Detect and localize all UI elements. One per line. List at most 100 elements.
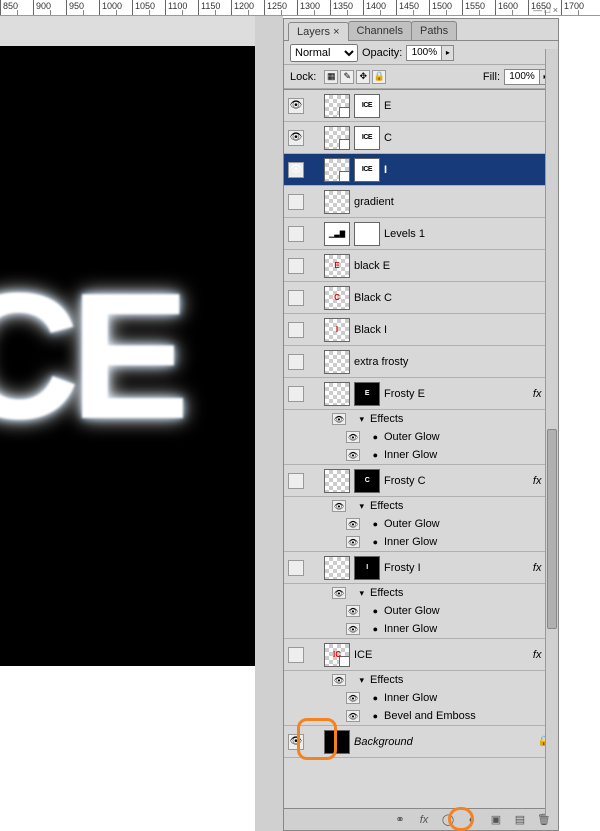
effects-heading[interactable]: 👁 ▾ Effects bbox=[284, 671, 558, 689]
visibility-toggle-icon[interactable]: 👁 bbox=[346, 536, 360, 548]
layer-thumbnail[interactable]: IC bbox=[324, 643, 350, 667]
visibility-toggle-icon[interactable]: 👁 bbox=[346, 623, 360, 635]
layer-row[interactable]: extra frosty bbox=[284, 346, 558, 378]
layer-thumbnail[interactable]: E bbox=[324, 254, 350, 278]
layer-mask-thumbnail[interactable]: ICE bbox=[354, 158, 380, 182]
opacity-field[interactable]: ▸ bbox=[406, 45, 454, 61]
visibility-toggle-icon[interactable] bbox=[288, 386, 304, 402]
layer-row[interactable]: ICICEfx▴ bbox=[284, 639, 558, 671]
effect-item[interactable]: 👁 ● Outer Glow bbox=[284, 602, 558, 620]
blend-mode-select[interactable]: Normal bbox=[290, 44, 358, 62]
layer-mask-thumbnail[interactable]: I bbox=[354, 556, 380, 580]
effect-item[interactable]: 👁 ● Outer Glow bbox=[284, 428, 558, 446]
tab-paths[interactable]: Paths bbox=[411, 21, 457, 40]
layer-mask-thumbnail[interactable]: ICE bbox=[354, 126, 380, 150]
layer-row[interactable]: 👁ICEE bbox=[284, 90, 558, 122]
panel-window-controls[interactable]: — □ × bbox=[518, 5, 558, 17]
effects-heading[interactable]: 👁 ▾ Effects bbox=[284, 584, 558, 602]
layer-thumbnail[interactable] bbox=[324, 94, 350, 118]
visibility-toggle-icon[interactable] bbox=[288, 258, 304, 274]
layer-row[interactable]: ▁▃▇Levels 1 bbox=[284, 218, 558, 250]
layer-thumbnail[interactable] bbox=[324, 382, 350, 406]
document-canvas[interactable]: CE bbox=[0, 16, 283, 831]
chevron-down-icon[interactable]: ▾ bbox=[352, 675, 364, 686]
visibility-toggle-icon[interactable] bbox=[288, 473, 304, 489]
chevron-down-icon[interactable]: ▾ bbox=[352, 501, 364, 512]
effect-item[interactable]: 👁 ● Inner Glow bbox=[284, 689, 558, 707]
layer-row[interactable]: EFrosty Efx▴ bbox=[284, 378, 558, 410]
layer-row[interactable]: gradient bbox=[284, 186, 558, 218]
layer-row[interactable]: 👁ICEI bbox=[284, 154, 558, 186]
lock-move-icon[interactable]: ✥ bbox=[356, 70, 370, 84]
layers-list[interactable]: 👁ICEE👁ICEC👁ICEIgradient▁▃▇Levels 1Eblack… bbox=[284, 89, 558, 808]
visibility-toggle-icon[interactable]: 👁 bbox=[332, 500, 346, 512]
layer-mask-thumbnail[interactable]: C bbox=[354, 469, 380, 493]
effect-item[interactable]: 👁 ● Outer Glow bbox=[284, 515, 558, 533]
tab-layers[interactable]: Layers × bbox=[288, 22, 349, 41]
layer-row[interactable]: CFrosty Cfx▴ bbox=[284, 465, 558, 497]
layer-thumbnail[interactable] bbox=[324, 190, 350, 214]
fx-indicator[interactable]: fx bbox=[533, 475, 542, 487]
layer-row[interactable]: 👁Background🔒 bbox=[284, 726, 558, 758]
fx-indicator[interactable]: fx bbox=[533, 388, 542, 400]
effects-heading[interactable]: 👁 ▾ Effects bbox=[284, 497, 558, 515]
visibility-toggle-icon[interactable]: 👁 bbox=[288, 130, 304, 146]
effect-item[interactable]: 👁 ● Inner Glow bbox=[284, 446, 558, 464]
visibility-toggle-icon[interactable] bbox=[288, 322, 304, 338]
layer-thumbnail[interactable] bbox=[324, 730, 350, 754]
layer-thumbnail[interactable] bbox=[324, 158, 350, 182]
add-mask-icon[interactable]: ◯ bbox=[440, 812, 456, 828]
chevron-down-icon[interactable]: ▾ bbox=[352, 414, 364, 425]
fill-input[interactable] bbox=[505, 71, 539, 82]
layer-row[interactable]: 👁ICEC bbox=[284, 122, 558, 154]
effect-item[interactable]: 👁 ● Bevel and Emboss bbox=[284, 707, 558, 725]
fx-indicator[interactable]: fx bbox=[533, 562, 542, 574]
visibility-toggle-icon[interactable]: 👁 bbox=[346, 605, 360, 617]
visibility-toggle-icon[interactable]: 👁 bbox=[332, 587, 346, 599]
opacity-flyout-icon[interactable]: ▸ bbox=[441, 46, 453, 60]
visibility-toggle-icon[interactable]: 👁 bbox=[332, 413, 346, 425]
chevron-down-icon[interactable]: ▾ bbox=[352, 588, 364, 599]
visibility-toggle-icon[interactable] bbox=[288, 290, 304, 306]
visibility-toggle-icon[interactable]: 👁 bbox=[346, 518, 360, 530]
layer-row[interactable]: IBlack I bbox=[284, 314, 558, 346]
visibility-toggle-icon[interactable] bbox=[288, 226, 304, 242]
visibility-toggle-icon[interactable]: 👁 bbox=[346, 692, 360, 704]
layer-fx-icon[interactable]: fx bbox=[416, 812, 432, 828]
visibility-toggle-icon[interactable]: 👁 bbox=[332, 674, 346, 686]
effect-item[interactable]: 👁 ● Inner Glow bbox=[284, 620, 558, 638]
lock-brush-icon[interactable]: ✎ bbox=[340, 70, 354, 84]
layer-thumbnail[interactable]: I bbox=[324, 318, 350, 342]
effects-heading[interactable]: 👁 ▾ Effects bbox=[284, 410, 558, 428]
layer-row[interactable]: Eblack E bbox=[284, 250, 558, 282]
layer-thumbnail[interactable]: ▁▃▇ bbox=[324, 222, 350, 246]
visibility-toggle-icon[interactable] bbox=[288, 647, 304, 663]
link-layers-icon[interactable]: ⚭ bbox=[392, 812, 408, 828]
effect-item[interactable]: 👁 ● Inner Glow bbox=[284, 533, 558, 551]
new-layer-icon[interactable]: ▤ bbox=[512, 812, 528, 828]
layer-thumbnail[interactable]: C bbox=[324, 286, 350, 310]
scrollbar-thumb[interactable] bbox=[547, 429, 557, 629]
visibility-toggle-icon[interactable]: 👁 bbox=[346, 710, 360, 722]
visibility-toggle-icon[interactable] bbox=[288, 194, 304, 210]
visibility-toggle-icon[interactable]: 👁 bbox=[346, 431, 360, 443]
lock-all-icon[interactable]: 🔒 bbox=[372, 70, 386, 84]
visibility-toggle-icon[interactable] bbox=[288, 560, 304, 576]
new-group-icon[interactable]: ▣ bbox=[488, 812, 504, 828]
visibility-toggle-icon[interactable]: 👁 bbox=[288, 734, 304, 750]
fx-indicator[interactable]: fx bbox=[533, 649, 542, 661]
lock-transparency-icon[interactable]: ▦ bbox=[324, 70, 338, 84]
layer-mask-thumbnail[interactable]: ICE bbox=[354, 94, 380, 118]
visibility-toggle-icon[interactable]: 👁 bbox=[346, 449, 360, 461]
layer-thumbnail[interactable] bbox=[324, 469, 350, 493]
layer-thumbnail[interactable] bbox=[324, 350, 350, 374]
layer-mask-thumbnail[interactable] bbox=[354, 222, 380, 246]
layer-thumbnail[interactable] bbox=[324, 126, 350, 150]
visibility-toggle-icon[interactable]: 👁 bbox=[288, 162, 304, 178]
new-adjustment-icon[interactable]: ◐ bbox=[464, 812, 480, 828]
layer-mask-thumbnail[interactable]: E bbox=[354, 382, 380, 406]
tab-channels[interactable]: Channels bbox=[348, 21, 412, 40]
visibility-toggle-icon[interactable]: 👁 bbox=[288, 98, 304, 114]
layer-row[interactable]: IFrosty Ifx▴ bbox=[284, 552, 558, 584]
visibility-toggle-icon[interactable] bbox=[288, 354, 304, 370]
